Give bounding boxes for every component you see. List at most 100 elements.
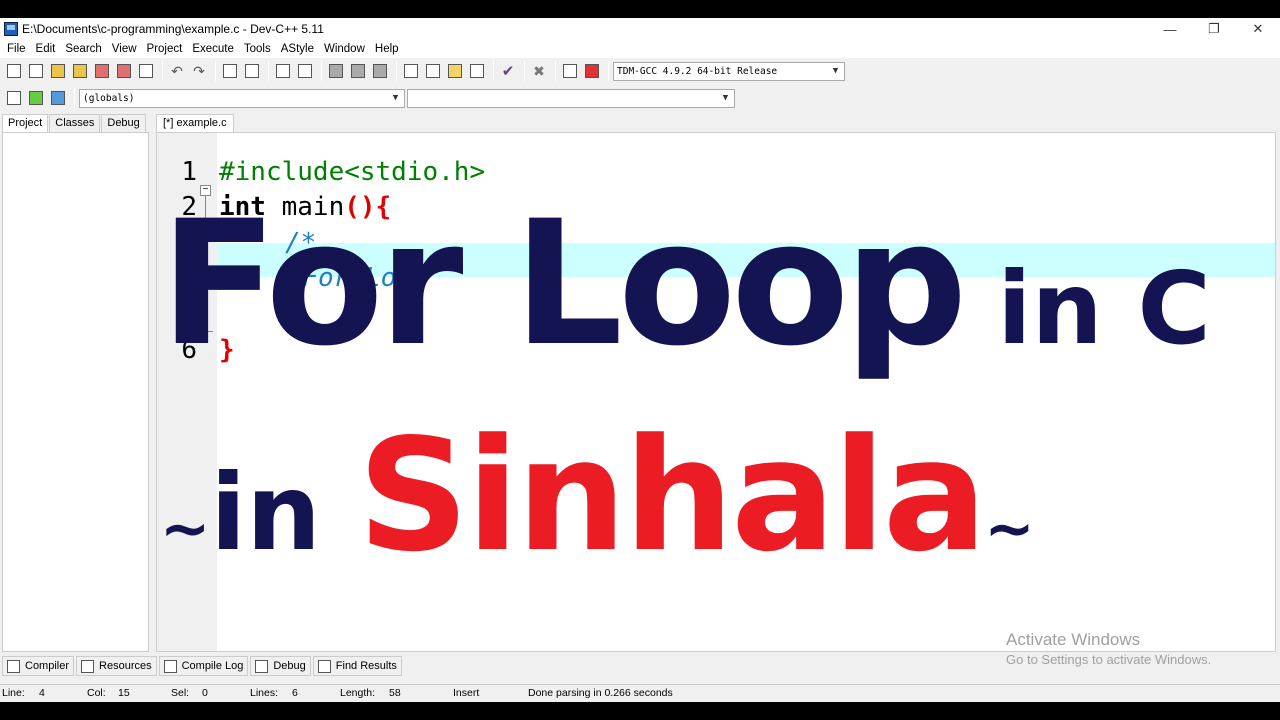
bookmark-icon <box>29 91 43 105</box>
status-length-label: Length: <box>340 687 376 699</box>
insert-button[interactable] <box>4 88 24 108</box>
tab-project[interactable]: Project <box>2 114 49 132</box>
redo-button[interactable]: ↷ <box>189 61 209 81</box>
toolbar-separator <box>162 61 163 81</box>
layout-1-button[interactable] <box>401 61 421 81</box>
replace-button[interactable] <box>242 61 262 81</box>
toolbar-separator <box>215 61 216 81</box>
tab-compiler[interactable]: Compiler <box>2 656 75 676</box>
menu-file[interactable]: File <box>2 43 31 55</box>
tab-debug-label: Debug <box>273 660 306 672</box>
tab-compile-log[interactable]: Compile Log <box>158 656 249 676</box>
resources-icon <box>81 659 95 673</box>
tab-find-results[interactable]: Find Results <box>312 656 402 676</box>
tab-debug-bottom[interactable]: Debug <box>250 656 311 676</box>
tab-compiler-label: Compiler <box>25 660 70 672</box>
stop-button[interactable]: ✖ <box>529 61 549 81</box>
status-message: Done parsing in 0.266 seconds <box>528 687 673 699</box>
open-icon <box>29 64 43 78</box>
toolbar-separator <box>396 61 397 81</box>
back-icon <box>329 64 343 78</box>
member-select[interactable]: ▼ <box>407 88 735 108</box>
forward-button[interactable] <box>348 61 368 81</box>
status-bar: Line: 4 Col: 15 Sel: 0 Lines: 6 Length: … <box>0 684 1280 702</box>
status-mode: Insert <box>453 687 480 699</box>
save-all-icon <box>73 64 87 78</box>
debug-button[interactable] <box>582 61 602 81</box>
goto-line-icon <box>373 64 387 78</box>
redo-icon: ↷ <box>193 62 205 79</box>
profile-button[interactable] <box>560 61 580 81</box>
close-all-button[interactable] <box>114 61 134 81</box>
chevron-down-icon: ▼ <box>392 93 399 103</box>
project-browser[interactable] <box>2 132 149 652</box>
undo-button[interactable]: ↶ <box>167 61 187 81</box>
find-button[interactable] <box>220 61 240 81</box>
menu-search[interactable]: Search <box>60 43 106 55</box>
replace-icon <box>245 64 259 78</box>
editor-tab-example[interactable]: [*] example.c <box>156 114 234 132</box>
save-all-button[interactable] <box>70 61 90 81</box>
goto-bookmark-button[interactable] <box>48 88 68 108</box>
goto-bookmark-icon <box>51 91 65 105</box>
new-file-button[interactable] <box>4 61 24 81</box>
minimize-button[interactable]: — <box>1148 18 1192 40</box>
menu-project[interactable]: Project <box>142 43 188 55</box>
chart-icon <box>563 64 577 78</box>
overlay-tilde-left: ~ <box>160 494 211 564</box>
overlay-sinhala: Sinhala <box>357 405 988 586</box>
status-col-label: Col: <box>87 687 106 699</box>
status-col-value: 15 <box>118 687 130 699</box>
tab-compile-log-label: Compile Log <box>181 660 244 672</box>
toggle-bookmark-button[interactable] <box>26 88 46 108</box>
scope-select[interactable]: (globals) ▼ <box>79 88 405 108</box>
status-lines-value: 6 <box>292 687 298 699</box>
close-all-icon <box>117 64 131 78</box>
goto-line-button[interactable] <box>370 61 390 81</box>
activate-windows-subtitle: Go to Settings to activate Windows. <box>1006 652 1212 667</box>
restore-button[interactable]: ❐ <box>1192 18 1236 40</box>
syntax-check-button[interactable]: ✔ <box>498 61 518 81</box>
indent-button[interactable] <box>273 61 293 81</box>
compiler-select[interactable]: TDM-GCC 4.9.2 64-bit Release ▼ <box>613 61 845 81</box>
menu-window[interactable]: Window <box>319 43 370 55</box>
layout-4-button[interactable] <box>467 61 487 81</box>
menu-astyle[interactable]: AStyle <box>276 43 319 55</box>
compiler-select-value: TDM-GCC 4.9.2 64-bit Release <box>617 65 778 77</box>
left-panel-tabs: Project Classes Debug <box>2 114 147 132</box>
layout-3-button[interactable] <box>445 61 465 81</box>
save-icon <box>51 64 65 78</box>
status-line-value: 4 <box>39 687 45 699</box>
menu-tools[interactable]: Tools <box>239 43 276 55</box>
unindent-icon <box>298 64 312 78</box>
overlay-in-c: in C <box>962 250 1211 367</box>
tab-classes[interactable]: Classes <box>49 114 101 132</box>
find-icon <box>223 64 237 78</box>
open-button[interactable] <box>26 61 46 81</box>
close-file-button[interactable] <box>92 61 112 81</box>
print-button[interactable] <box>136 61 156 81</box>
status-sel-value: 0 <box>202 687 208 699</box>
tab-resources[interactable]: Resources <box>76 656 157 676</box>
close-button[interactable]: ✕ <box>1236 18 1280 40</box>
toolbar-separator <box>268 61 269 81</box>
indent-icon <box>276 64 290 78</box>
menu-help[interactable]: Help <box>370 43 404 55</box>
status-line-label: Line: <box>2 687 25 699</box>
check-icon: ✔ <box>501 63 515 80</box>
unindent-button[interactable] <box>295 61 315 81</box>
status-sel-label: Sel: <box>171 687 190 699</box>
menu-edit[interactable]: Edit <box>31 43 61 55</box>
tab-resources-label: Resources <box>99 660 152 672</box>
back-button[interactable] <box>326 61 346 81</box>
chart-icon <box>163 659 177 673</box>
menu-execute[interactable]: Execute <box>187 43 239 55</box>
menu-view[interactable]: View <box>107 43 142 55</box>
activate-windows-title: Activate Windows <box>1006 630 1141 649</box>
layout-2-button[interactable] <box>423 61 443 81</box>
save-button[interactable] <box>48 61 68 81</box>
tab-debug[interactable]: Debug <box>101 114 146 132</box>
overlay-tilde-right: ~ <box>984 494 1035 564</box>
forward-icon <box>351 64 365 78</box>
chevron-down-icon: ▼ <box>832 66 839 76</box>
